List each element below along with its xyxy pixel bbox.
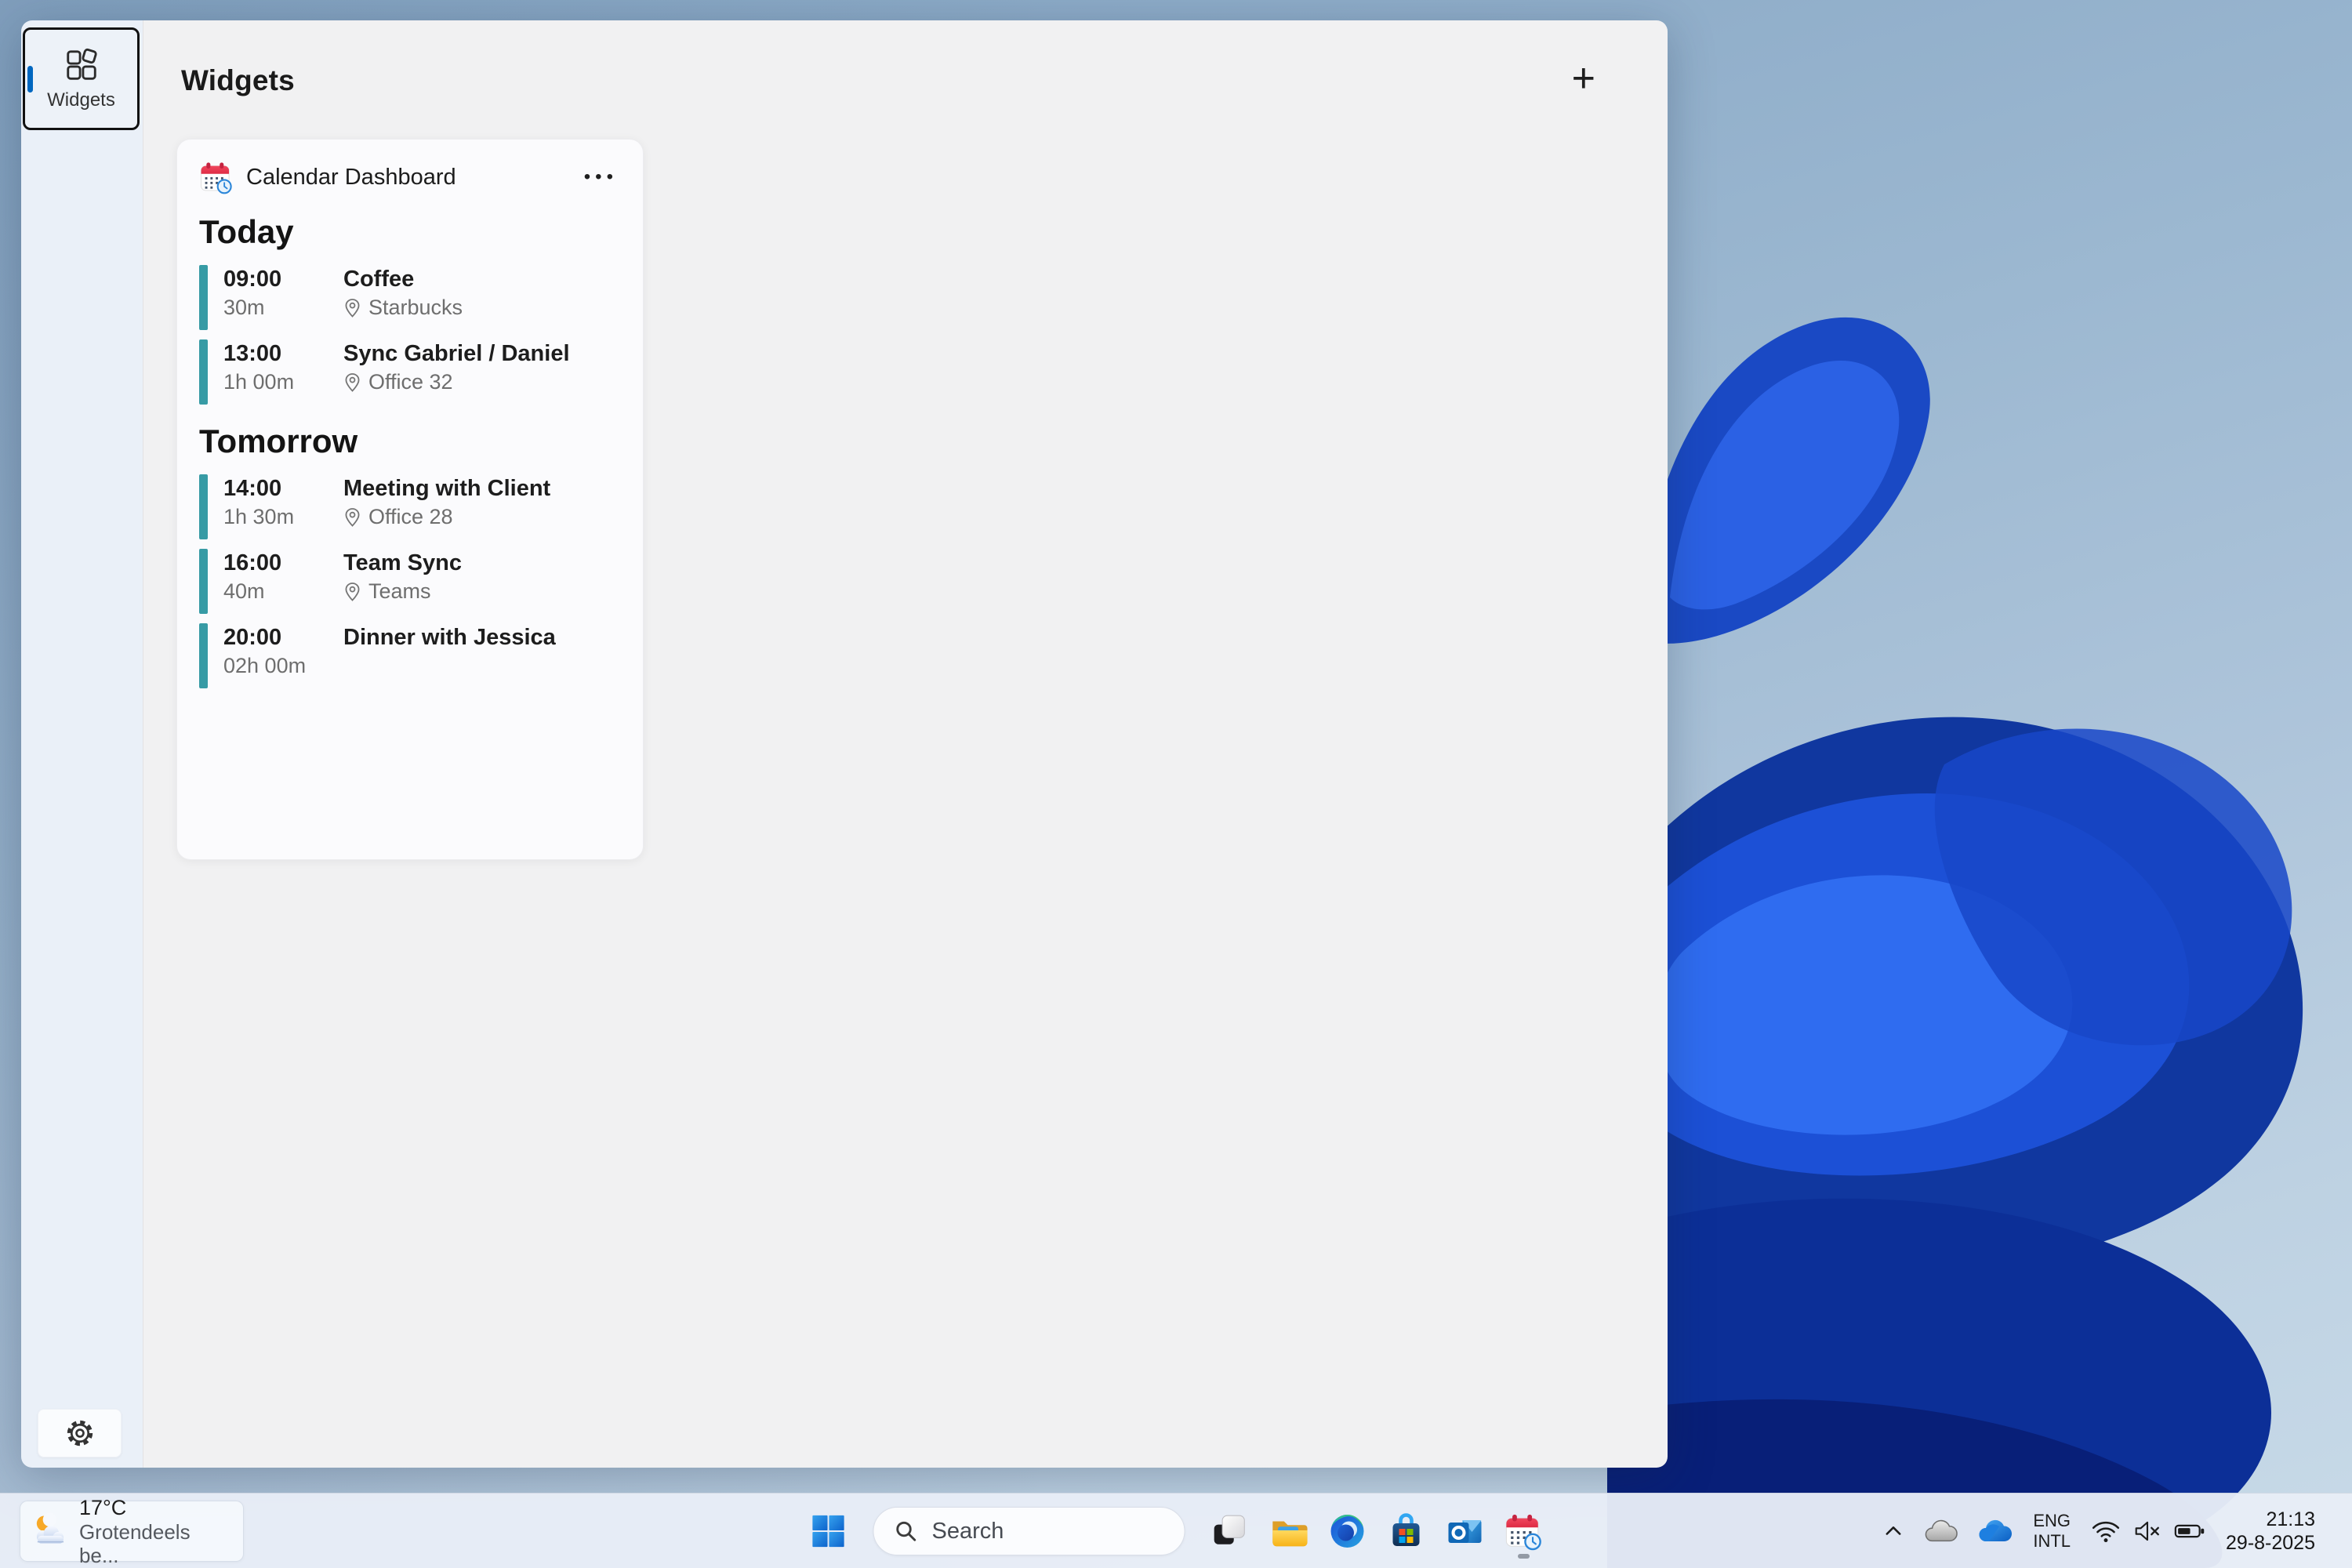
calendar-app-icon [1504,1512,1544,1551]
event-location: Office 32 [343,370,619,394]
gear-icon [65,1418,95,1448]
calendar-app-button[interactable] [1501,1501,1548,1561]
event-location: Starbucks [343,296,619,320]
event-color-bar [199,474,208,539]
event-location: Teams [343,579,619,604]
edge-browser-button[interactable] [1324,1501,1371,1561]
event-title: Sync Gabriel / Daniel [343,339,619,368]
event-title: Team Sync [343,549,619,577]
wifi-icon [2091,1519,2121,1543]
location-pin-icon [343,507,361,528]
taskbar: 17°C Grotendeels be... Search [0,1493,2352,1568]
hidden-icons-button[interactable] [1877,1514,1910,1548]
event-time: 14:00 [223,474,343,503]
section-heading-today: Today [199,213,619,251]
event-time: 13:00 [223,339,343,368]
event-row[interactable]: 09:00 30m Coffee Starbucks [199,265,619,331]
moon-cloud-weather-icon [31,1512,68,1550]
event-duration: 40m [223,579,343,604]
chevron-up-icon [1882,1520,1904,1542]
search-input[interactable]: Search [873,1507,1185,1555]
quick-settings-button[interactable] [2085,1513,2211,1549]
event-row[interactable]: 16:00 40m Team Sync Teams [199,549,619,615]
event-color-bar [199,265,208,330]
event-row[interactable]: 13:00 1h 00m Sync Gabriel / Daniel Offic… [199,339,619,405]
selection-indicator [27,66,33,93]
event-row[interactable]: 14:00 1h 30m Meeting with Client Office … [199,474,619,540]
battery-icon [2174,1523,2205,1540]
event-time: 16:00 [223,549,343,577]
add-widget-button[interactable]: + [1567,64,1600,93]
calendar-dashboard-icon [199,160,234,194]
event-time: 09:00 [223,265,343,293]
sidebar-item-label: Widgets [47,89,115,111]
event-title: Meeting with Client [343,474,619,503]
taskbar-center: Search [805,1494,1548,1568]
language-code: ENG [2033,1511,2071,1531]
event-location: Office 28 [343,505,619,529]
start-button[interactable] [805,1501,852,1561]
event-color-bar [199,339,208,405]
keyboard-layout: INTL [2033,1531,2071,1552]
event-duration: 1h 30m [223,505,343,529]
event-duration: 02h 00m [223,654,343,678]
clock[interactable]: 21:13 29-8-2025 [2220,1501,2321,1561]
settings-button[interactable] [38,1409,122,1457]
board-header: Widgets + [143,20,1668,97]
language-switcher[interactable]: ENG INTL [2027,1504,2076,1558]
widget-header: Calendar Dashboard ••• [199,160,619,194]
file-explorer-button[interactable] [1265,1501,1312,1561]
widgets-board: Widgets + Calendar Dashboard ••• Today 0… [143,20,1668,1468]
section-heading-tomorrow: Tomorrow [199,423,619,460]
volume-muted-icon [2133,1519,2161,1543]
widgets-sidebar: Widgets [21,20,143,1468]
gray-cloud-icon [1925,1519,1958,1543]
widgets-icon [64,47,100,83]
event-title: Coffee [343,265,619,293]
weather-cloud-tray-button[interactable] [1919,1513,1963,1549]
edge-icon [1329,1512,1367,1550]
location-pin-icon [343,582,361,602]
search-icon [895,1519,918,1543]
onedrive-cloud-icon [1978,1519,2013,1543]
task-view-icon [1211,1512,1249,1550]
event-color-bar [199,623,208,688]
event-color-bar [199,549,208,614]
onedrive-button[interactable] [1973,1513,2018,1549]
event-title: Dinner with Jessica [343,623,619,652]
weather-temperature: 17°C [79,1495,232,1520]
outlook-button[interactable] [1442,1501,1489,1561]
outlook-icon [1446,1512,1484,1550]
task-view-button[interactable] [1207,1501,1254,1561]
weather-widget-button[interactable]: 17°C Grotendeels be... [20,1501,244,1562]
running-indicator [1518,1554,1530,1559]
bloom-flower-art [1607,0,2352,1568]
event-duration: 1h 00m [223,370,343,394]
widget-more-options-button[interactable]: ••• [583,166,619,188]
microsoft-store-button[interactable] [1383,1501,1430,1561]
widgets-panel: Widgets Widgets + Calendar Dashboard •••… [21,20,1668,1468]
file-explorer-icon [1269,1513,1308,1549]
event-duration: 30m [223,296,343,320]
microsoft-store-icon [1388,1512,1425,1550]
event-time: 20:00 [223,623,343,652]
location-pin-icon [343,298,361,318]
windows-logo-icon [811,1513,847,1549]
location-pin-icon [343,372,361,393]
page-title: Widgets [181,64,295,97]
calendar-dashboard-widget[interactable]: Calendar Dashboard ••• Today 09:00 30m C… [176,139,644,860]
time: 21:13 [2266,1508,2315,1531]
system-tray: ENG INTL 21:13 [1877,1494,2321,1568]
weather-condition: Grotendeels be... [79,1520,232,1567]
search-placeholder: Search [932,1519,1004,1544]
widget-title: Calendar Dashboard [246,165,456,191]
date: 29-8-2025 [2226,1531,2315,1555]
sidebar-item-widgets[interactable]: Widgets [23,27,140,130]
event-row[interactable]: 20:00 02h 00m Dinner with Jessica [199,623,619,689]
